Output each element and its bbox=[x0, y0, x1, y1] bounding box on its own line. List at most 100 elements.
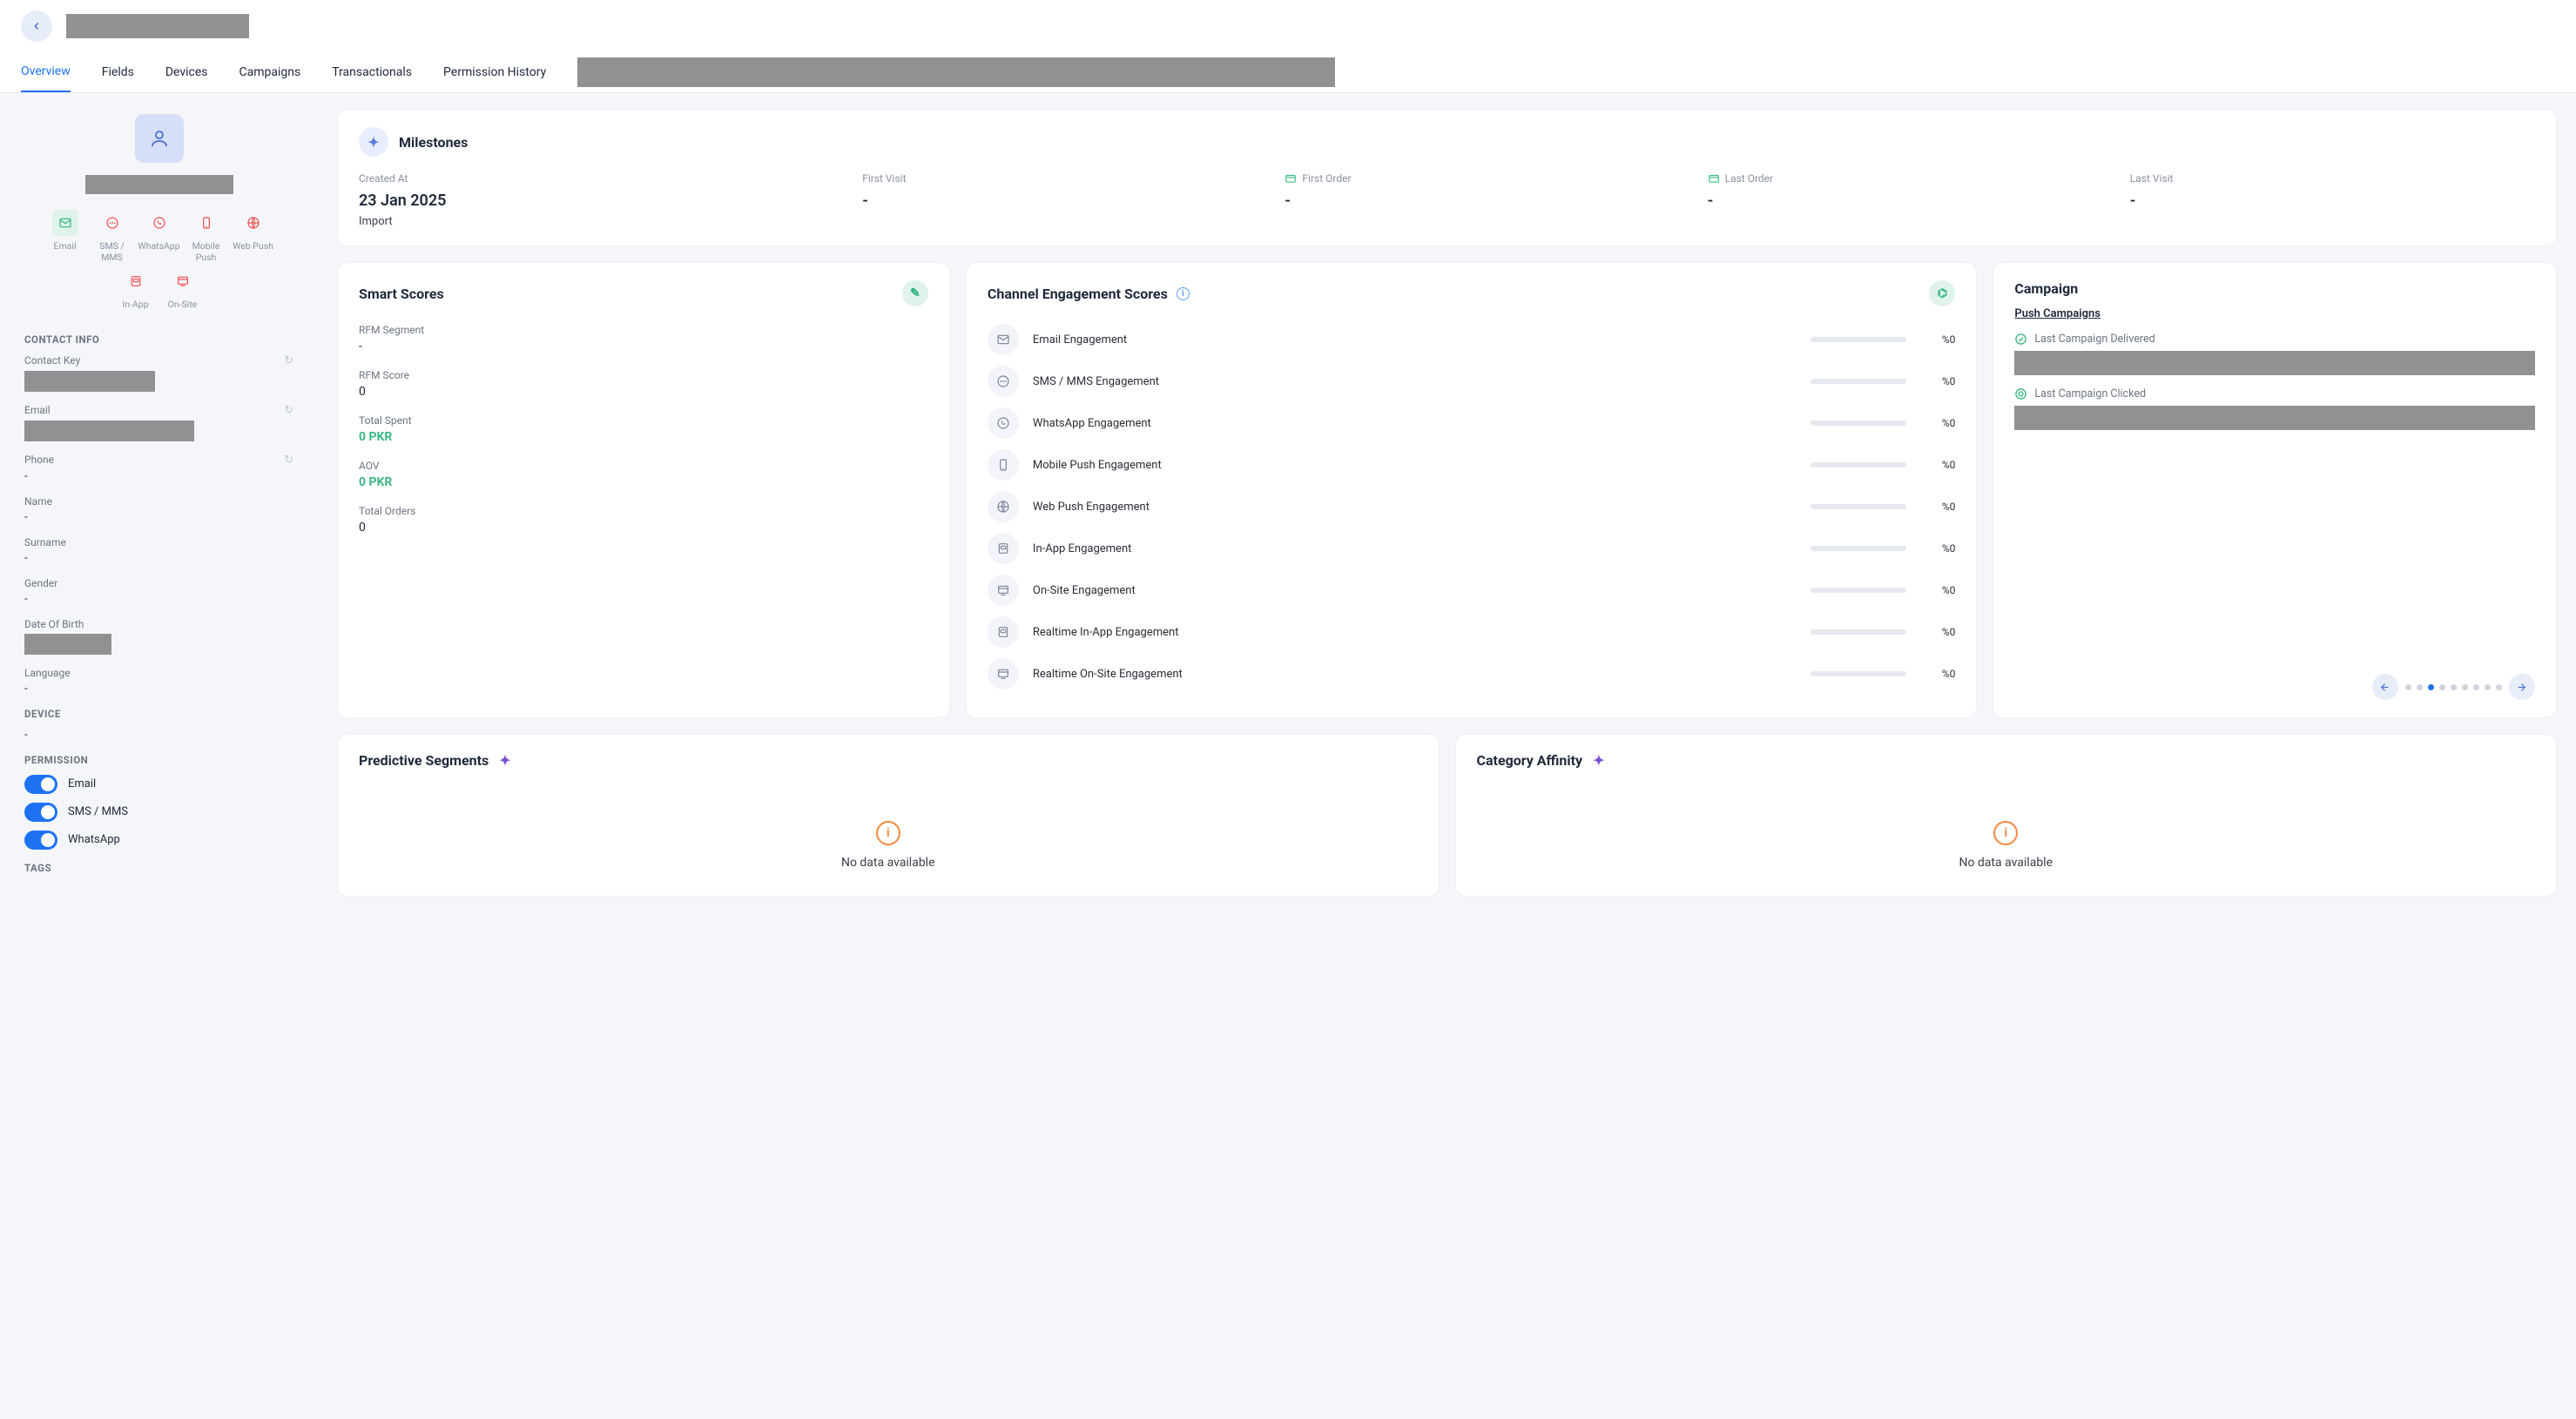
channel-onsite[interactable]: On-Site bbox=[162, 268, 204, 311]
permission-toggle[interactable] bbox=[24, 775, 57, 794]
campaign-item: Last Campaign Clicked bbox=[2014, 387, 2535, 400]
campaign-value-placeholder bbox=[2014, 351, 2535, 375]
engagement-bar bbox=[1811, 462, 1906, 467]
info-icon[interactable]: i bbox=[1177, 287, 1190, 300]
score-label: Total Orders bbox=[359, 505, 928, 517]
engagement-title: Channel Engagement Scores bbox=[988, 286, 1168, 302]
field-value-placeholder bbox=[24, 371, 155, 392]
inapp-icon bbox=[988, 533, 1019, 564]
score-value: - bbox=[359, 340, 928, 353]
engagement-bar bbox=[1811, 629, 1906, 635]
pager-dot[interactable] bbox=[2462, 684, 2468, 690]
tab-permission-history[interactable]: Permission History bbox=[443, 53, 546, 91]
back-button[interactable] bbox=[21, 10, 52, 42]
field-value: - bbox=[24, 470, 293, 483]
tab-campaigns[interactable]: Campaigns bbox=[239, 53, 301, 91]
permission-email: Email bbox=[24, 775, 293, 794]
engagement-row: On-Site Engagement%0 bbox=[988, 575, 1955, 606]
engagement-label: SMS / MMS Engagement bbox=[1033, 375, 1797, 388]
pager-dot[interactable] bbox=[2451, 684, 2457, 690]
arrow-left-icon bbox=[2379, 682, 2391, 693]
field-date-of-birth: Date Of Birth bbox=[24, 618, 293, 655]
mobile-icon bbox=[193, 210, 219, 236]
pager-dot[interactable] bbox=[2473, 684, 2479, 690]
alert-icon: i bbox=[1993, 821, 2018, 845]
pager-dot[interactable] bbox=[2439, 684, 2445, 690]
campaign-pager bbox=[2014, 674, 2535, 700]
card-icon bbox=[1285, 172, 1297, 185]
channel-label: SMS / MMS bbox=[91, 241, 133, 263]
engagement-percent: %0 bbox=[1920, 375, 1955, 387]
predictive-segments-card: Predictive Segments ✦ i No data availabl… bbox=[337, 734, 1440, 897]
inapp-icon bbox=[988, 616, 1019, 648]
campaign-value-placeholder bbox=[2014, 406, 2535, 430]
globe-icon bbox=[988, 491, 1019, 522]
pager-prev-button[interactable] bbox=[2372, 674, 2398, 700]
field-value-placeholder bbox=[24, 634, 111, 655]
field-label: Name bbox=[24, 495, 52, 508]
tab-devices[interactable]: Devices bbox=[165, 53, 208, 91]
tab-transactionals[interactable]: Transactionals bbox=[332, 53, 412, 91]
pager-dot[interactable] bbox=[2428, 684, 2434, 690]
tab-fields[interactable]: Fields bbox=[102, 53, 134, 91]
score-value: 0 PKR bbox=[359, 475, 928, 489]
onsite-icon bbox=[170, 268, 196, 294]
field-language: Language- bbox=[24, 667, 293, 696]
target-icon bbox=[2014, 387, 2027, 400]
field-label: Phone bbox=[24, 454, 54, 466]
score-label: RFM Score bbox=[359, 369, 928, 381]
channel-whatsapp[interactable]: WhatsApp bbox=[138, 210, 180, 263]
pager-dot[interactable] bbox=[2496, 684, 2502, 690]
channel-inapp[interactable]: In-App bbox=[115, 268, 157, 311]
pager-dot[interactable] bbox=[2485, 684, 2491, 690]
pager-dot[interactable] bbox=[2405, 684, 2411, 690]
permission-label: SMS / MMS bbox=[68, 805, 128, 818]
milestone-label: Last Visit bbox=[2130, 172, 2174, 185]
pager-dot[interactable] bbox=[2417, 684, 2423, 690]
score-item: Total Spent0 PKR bbox=[359, 414, 928, 444]
refresh-icon[interactable]: ↻ bbox=[284, 404, 293, 417]
engagement-label: In-App Engagement bbox=[1033, 542, 1797, 555]
campaign-card: Campaign Push Campaigns Last Campaign De… bbox=[1993, 262, 2557, 718]
whatsapp-icon bbox=[146, 210, 172, 236]
tab-overview[interactable]: Overview bbox=[21, 52, 71, 92]
globe-icon bbox=[240, 210, 266, 236]
section-header-permission: PERMISSION bbox=[24, 754, 293, 766]
refresh-icon[interactable]: ↻ bbox=[284, 354, 293, 367]
milestone-item: First Order- bbox=[1285, 172, 1689, 228]
channel-globe[interactable]: Web Push bbox=[233, 210, 274, 263]
wand-icon[interactable]: ✎ bbox=[902, 280, 928, 306]
channel-label: Web Push bbox=[233, 241, 273, 252]
score-label: RFM Segment bbox=[359, 324, 928, 336]
channel-mobile[interactable]: Mobile Push bbox=[185, 210, 227, 263]
hierarchy-icon[interactable]: ⌬ bbox=[1929, 280, 1955, 306]
milestone-value: - bbox=[1708, 192, 2113, 210]
engagement-percent: %0 bbox=[1920, 459, 1955, 471]
tabs-placeholder bbox=[577, 57, 1335, 87]
pager-next-button[interactable] bbox=[2509, 674, 2535, 700]
engagement-bar bbox=[1811, 379, 1906, 384]
engagement-row: Web Push Engagement%0 bbox=[988, 491, 1955, 522]
channel-mail[interactable]: Email bbox=[44, 210, 86, 263]
engagement-bar bbox=[1811, 588, 1906, 593]
milestone-value: 23 Jan 2025 bbox=[359, 192, 845, 210]
permission-toggle[interactable] bbox=[24, 803, 57, 822]
score-item: RFM Segment - bbox=[359, 324, 928, 353]
channel-label: Email bbox=[54, 241, 77, 252]
permission-whatsapp: WhatsApp bbox=[24, 831, 293, 850]
permission-label: WhatsApp bbox=[68, 833, 120, 846]
permission-toggle[interactable] bbox=[24, 831, 57, 850]
refresh-icon[interactable]: ↻ bbox=[284, 454, 293, 467]
campaign-subtitle[interactable]: Push Campaigns bbox=[2014, 307, 2535, 320]
campaign-title: Campaign bbox=[2014, 280, 2078, 297]
channel-label: In-App bbox=[122, 299, 148, 311]
channel-chat[interactable]: SMS / MMS bbox=[91, 210, 133, 263]
engagement-row: Email Engagement%0 bbox=[988, 324, 1955, 355]
milestone-label: Created At bbox=[359, 172, 408, 185]
field-label: Language bbox=[24, 667, 71, 679]
field-value: - bbox=[24, 593, 293, 606]
channel-label: On-Site bbox=[168, 299, 198, 311]
milestone-item: Last Order- bbox=[1708, 172, 2113, 228]
contact-name-placeholder-2 bbox=[85, 175, 233, 194]
header-top bbox=[0, 0, 2576, 52]
